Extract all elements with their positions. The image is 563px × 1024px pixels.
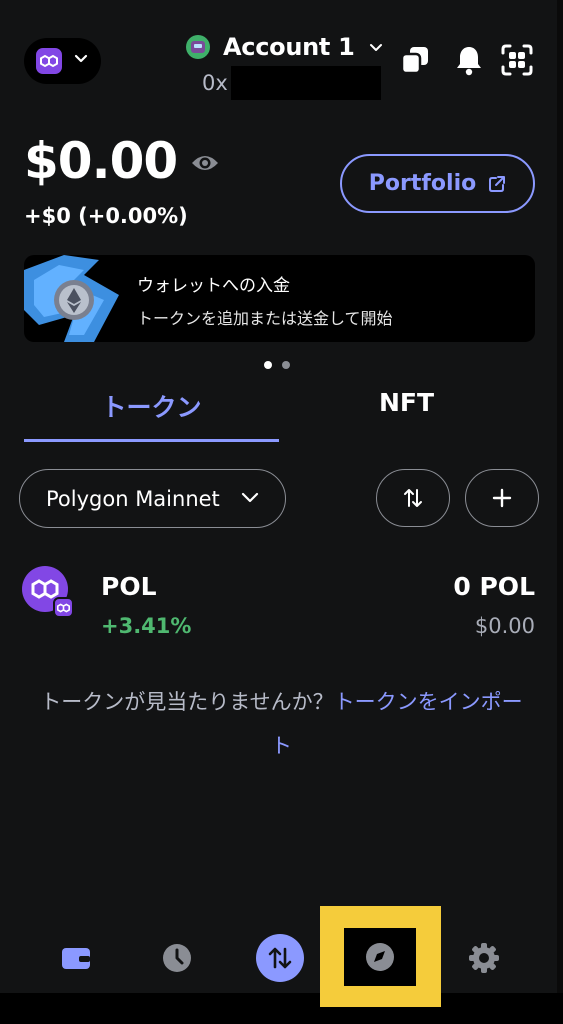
bell-icon[interactable] — [451, 42, 487, 78]
network-filter-label: Polygon Mainnet — [46, 486, 220, 511]
nav-swap[interactable] — [254, 932, 306, 984]
compass-icon — [366, 943, 394, 971]
fund-wallet-banner[interactable]: ウォレットへの入金 トークンを追加または送金して開始 — [24, 255, 535, 342]
screen-bottom-edge — [0, 993, 563, 1024]
import-question: トークンが見当たりませんか？ — [40, 690, 334, 714]
chevron-down-icon — [241, 492, 259, 503]
polygon-icon — [36, 48, 62, 74]
carousel-dot-active[interactable] — [264, 361, 272, 369]
nav-settings[interactable] — [458, 932, 510, 984]
account-picker[interactable]: Account 1 — [186, 30, 383, 64]
active-tab-indicator — [24, 439, 279, 442]
gear-icon — [469, 943, 499, 973]
token-name[interactable]: POL — [101, 572, 157, 601]
banner-illustration — [24, 255, 119, 342]
address-redacted — [230, 66, 381, 100]
network-picker-button[interactable] — [24, 38, 101, 84]
clock-icon — [163, 944, 191, 972]
wallet-icon — [62, 948, 90, 969]
chevron-down-icon — [369, 44, 382, 51]
wallet-home-screen: Account 1 0x $0.00 +$0 (+0.00%) Portfoli… — [0, 0, 557, 993]
carousel-dots — [264, 361, 290, 369]
carousel-dot[interactable] — [282, 361, 290, 369]
avatar — [186, 35, 210, 59]
banner-subtitle: トークンを追加または送金して開始 — [137, 309, 393, 328]
swap-icon — [256, 934, 304, 982]
portfolio-label: Portfolio — [368, 171, 477, 196]
token-amount: 0 POL — [453, 572, 535, 601]
nav-explore[interactable] — [344, 928, 416, 986]
plus-icon — [492, 488, 512, 508]
import-tokens-link-continued[interactable]: ト — [0, 724, 563, 768]
copy-icon[interactable] — [397, 42, 433, 78]
network-filter-select[interactable]: Polygon Mainnet — [19, 469, 286, 528]
token-change: +3.41% — [101, 614, 192, 638]
balance-change: +$0 (+0.00%) — [24, 204, 188, 228]
sort-button[interactable] — [376, 469, 450, 527]
account-address[interactable]: 0x — [202, 66, 381, 100]
import-tokens-link[interactable]: トークンをインポー — [334, 690, 523, 714]
address-prefix: 0x — [202, 71, 228, 95]
tab-nft[interactable]: NFT — [279, 388, 534, 428]
eye-icon[interactable] — [190, 150, 220, 176]
chevron-down-icon — [74, 54, 88, 63]
nav-activity[interactable] — [151, 932, 203, 984]
total-balance: $0.00 — [24, 132, 178, 190]
apps-icon[interactable] — [499, 42, 535, 78]
nav-wallet[interactable] — [50, 932, 102, 984]
token-fiat-value: $0.00 — [474, 614, 535, 638]
account-name: Account 1 — [223, 33, 355, 61]
external-link-icon — [489, 175, 506, 192]
polygon-network-badge — [53, 597, 74, 618]
screen-edge — [557, 0, 563, 1024]
import-prompt: トークンが見当たりませんか？トークンをインポー — [0, 680, 563, 724]
tab-tokens[interactable]: トークン — [24, 388, 279, 428]
portfolio-button[interactable]: Portfolio — [340, 154, 535, 213]
add-token-button[interactable] — [465, 469, 539, 527]
banner-title: ウォレットへの入金 — [137, 276, 290, 296]
sort-icon — [404, 489, 422, 507]
